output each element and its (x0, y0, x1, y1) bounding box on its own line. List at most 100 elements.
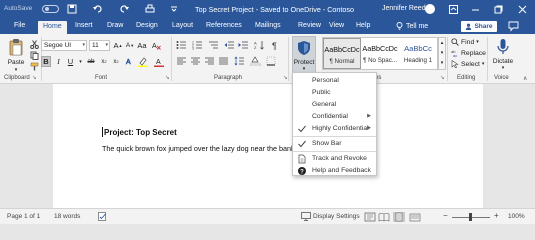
replace-button[interactable]: ab ac Replace (451, 49, 486, 57)
document-page[interactable]: Project: Top Secret The quick brown fox … (53, 84, 483, 208)
minimize-icon[interactable] (467, 2, 483, 16)
styles-launcher-icon[interactable]: ↘ (440, 75, 445, 81)
shading-icon[interactable] (249, 56, 262, 67)
menu-item-confidential[interactable]: Confidential ▶ (293, 111, 376, 122)
font-launcher-icon[interactable]: ↘ (165, 75, 170, 81)
menu-item-public[interactable]: Public (293, 87, 376, 98)
divider (171, 37, 172, 81)
paragraph-launcher-icon[interactable]: ↘ (283, 75, 288, 81)
avatar[interactable] (425, 4, 435, 14)
grow-font-icon[interactable]: A ▲ (113, 40, 123, 51)
find-button[interactable]: Find ▾ (451, 38, 479, 46)
print-layout-icon[interactable] (393, 212, 405, 222)
close-icon[interactable] (514, 2, 530, 16)
underline-options-icon[interactable]: ▾ (78, 56, 83, 67)
zoom-out-button[interactable]: − (443, 211, 448, 220)
tab-review[interactable]: Review (298, 22, 321, 29)
read-mode-icon[interactable] (378, 212, 390, 222)
style-no-spacing[interactable]: AaBbCcDc ¶ No Spac... (361, 38, 399, 69)
text-effects-icon[interactable]: A (124, 56, 134, 67)
menu-item-general[interactable]: General (293, 99, 376, 110)
save-icon[interactable] (66, 3, 78, 15)
clear-formatting-icon[interactable]: A (151, 40, 161, 51)
decrease-indent-icon[interactable] (224, 40, 235, 50)
tab-home[interactable]: Home (38, 21, 67, 34)
user-name[interactable]: Jennifer Reed (382, 5, 426, 12)
autosave-toggle[interactable] (42, 5, 59, 13)
change-case-icon[interactable]: Aa (137, 40, 147, 51)
tab-references[interactable]: References (206, 22, 242, 29)
numbering-icon[interactable]: 123 (192, 40, 203, 51)
cut-icon[interactable] (29, 39, 39, 49)
bold-button[interactable]: B (41, 56, 51, 67)
font-name-combo[interactable]: Segoe UI ▾ (41, 40, 87, 51)
justify-icon[interactable] (218, 56, 229, 66)
line-spacing-icon[interactable] (234, 56, 245, 66)
bullets-icon[interactable] (176, 40, 187, 50)
tab-design[interactable]: Design (136, 22, 158, 29)
menu-item-highly-confidential[interactable]: Highly Confidential ▶ (293, 123, 376, 134)
menu-item-show-bar[interactable]: Show Bar (293, 138, 376, 149)
focus-mode-icon[interactable] (364, 212, 376, 222)
show-formatting-marks-icon[interactable]: ¶ (270, 40, 281, 51)
word-count[interactable]: 18 words (54, 213, 80, 220)
document-heading[interactable]: Project: Top Secret (102, 127, 177, 137)
document-paragraph[interactable]: The quick brown fox jumped over the lazy… (102, 144, 301, 153)
paste-dropdown-icon[interactable]: ▾ (5, 67, 27, 73)
align-center-icon[interactable] (190, 56, 201, 66)
display-settings-button[interactable]: Display Settings (313, 213, 360, 220)
share-button[interactable]: Share (461, 21, 497, 32)
tab-layout[interactable]: Layout (172, 22, 193, 29)
redo-icon[interactable] (118, 3, 130, 15)
superscript-button[interactable]: x2 (111, 56, 121, 67)
print-icon[interactable] (144, 3, 156, 15)
page-count[interactable]: Page 1 of 1 (7, 213, 40, 220)
proofing-icon[interactable] (98, 212, 107, 223)
underline-button[interactable]: U (66, 56, 75, 67)
sort-icon[interactable]: AZ (254, 40, 265, 50)
select-button[interactable]: Select ▾ (451, 60, 484, 68)
italic-button[interactable]: I (54, 56, 63, 67)
subscript-button[interactable]: x2 (99, 56, 109, 67)
menu-item-help-feedback[interactable]: ? Help and Feedback (293, 165, 376, 176)
font-size-combo[interactable]: 11 ▾ (89, 40, 110, 51)
tab-help[interactable]: Help (356, 22, 370, 29)
borders-icon[interactable] (266, 56, 277, 66)
menu-item-track-revoke[interactable]: Track and Revoke (293, 153, 376, 164)
style-normal[interactable]: AaBbCcDc ¶ Normal (323, 38, 361, 69)
zoom-level[interactable]: 100% (508, 213, 525, 220)
zoom-in-button[interactable]: + (494, 211, 499, 220)
styles-gallery-scroll[interactable]: ▴ ▾ ▾ (438, 37, 446, 70)
shrink-font-icon[interactable]: A ▼ (125, 40, 135, 51)
restore-icon[interactable] (490, 2, 506, 16)
increase-indent-icon[interactable] (238, 40, 249, 50)
ribbon-display-options-icon[interactable] (445, 2, 461, 16)
tab-file[interactable]: File (14, 22, 25, 29)
collapse-ribbon-icon[interactable]: ∧ (523, 75, 527, 82)
customize-qat-icon[interactable] (168, 3, 180, 15)
font-color-icon[interactable]: A (154, 56, 164, 67)
tab-view[interactable]: View (329, 22, 344, 29)
paste-button[interactable]: Paste ▾ (5, 38, 27, 73)
tab-mailings[interactable]: Mailings (255, 22, 281, 29)
tab-insert[interactable]: Insert (75, 22, 93, 29)
strikethrough-button[interactable]: ab (86, 56, 96, 67)
display-settings-icon[interactable] (301, 212, 311, 223)
copy-icon[interactable] (29, 50, 39, 60)
dictate-button[interactable]: Dictate ▾ (491, 38, 515, 72)
font-size-value: 11 (92, 42, 99, 49)
comments-icon[interactable] (508, 21, 519, 32)
style-heading-1[interactable]: AaBbCc Heading 1 (399, 38, 437, 69)
web-layout-icon[interactable] (409, 212, 421, 222)
multilevel-list-icon[interactable] (208, 40, 219, 50)
menu-item-personal[interactable]: Personal (293, 75, 376, 86)
undo-icon[interactable] (92, 3, 104, 15)
clipboard-launcher-icon[interactable]: ↘ (32, 75, 37, 81)
align-right-icon[interactable] (204, 56, 215, 66)
tell-me-search[interactable]: Tell me (396, 22, 428, 30)
zoom-slider-thumb[interactable] (469, 213, 472, 221)
tab-draw[interactable]: Draw (107, 22, 123, 29)
highlight-color-icon[interactable] (138, 56, 148, 67)
format-painter-icon[interactable] (29, 61, 39, 71)
align-left-icon[interactable] (176, 56, 187, 66)
